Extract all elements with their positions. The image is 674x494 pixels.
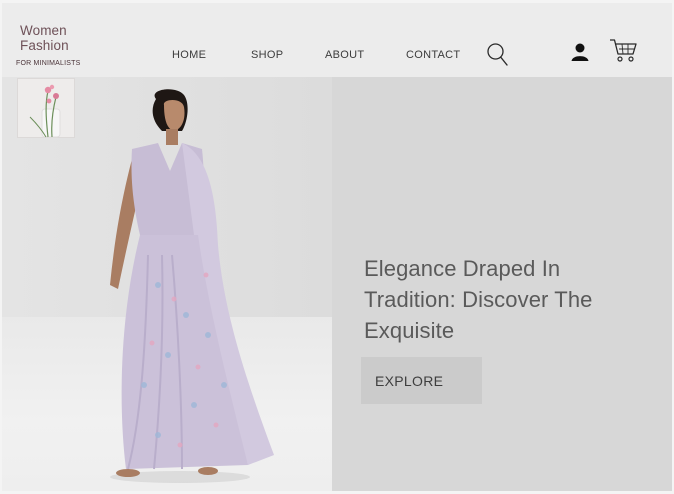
nav-contact-link[interactable]: CONTACT [406,49,460,61]
flower-frame-image [17,78,75,138]
model-in-saree-image [98,85,278,485]
hero-headline-line-2: Tradition: Discover The [364,287,593,312]
cart-button[interactable] [609,37,639,65]
nav-about-link[interactable]: ABOUT [325,49,364,61]
nav-home-link[interactable]: HOME [172,49,206,61]
hero-headline: Elegance Draped In Tradition: Discover T… [364,253,654,346]
search-icon [487,43,508,66]
landing-page: Women Fashion FOR MINIMALISTS HOME SHOP … [0,0,674,494]
account-button[interactable] [570,41,592,65]
search-button[interactable] [486,41,510,69]
brand-line-2: Fashion [20,38,69,53]
nav-shop-link[interactable]: SHOP [251,49,283,61]
explore-button[interactable]: EXPLORE [361,357,482,404]
brand-line-1: Women [20,23,67,38]
site-header: Women Fashion FOR MINIMALISTS HOME SHOP … [2,3,672,77]
cart-icon [610,39,637,62]
hero-headline-line-1: Elegance Draped In [364,256,561,281]
hero-banner: Elegance Draped In Tradition: Discover T… [2,77,672,491]
user-icon [571,43,589,61]
hero-headline-line-3: Exquisite [364,318,455,343]
brand-logo[interactable]: Women Fashion FOR MINIMALISTS [16,23,106,67]
brand-tagline: FOR MINIMALISTS [16,60,81,67]
